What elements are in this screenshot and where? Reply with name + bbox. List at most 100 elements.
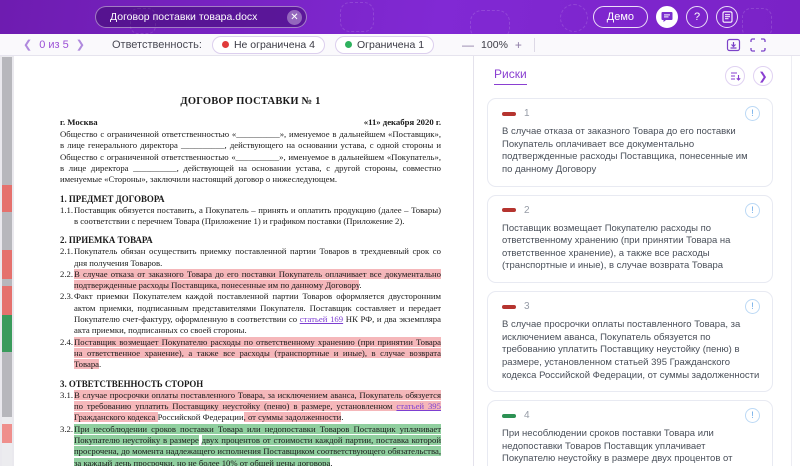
clause-text: Покупатель обязан осуществить приемку по… — [74, 246, 441, 268]
risk-text: Поставщик возмещает Покупателю расходы п… — [502, 222, 731, 272]
risk-location-marker[interactable] — [2, 286, 12, 315]
risk-alert-icon[interactable]: ! — [745, 202, 760, 218]
risks-sidebar: Риски ❯ 1! В случае отказа от заказного Т… — [473, 56, 800, 466]
prev-risk-button[interactable]: ❮ — [18, 38, 37, 51]
risk-severity-icon — [502, 111, 516, 116]
risk-location-marker[interactable] — [2, 424, 12, 443]
clause-text: В случае отказа от заказного Товара до е… — [74, 268, 441, 291]
tab-risks[interactable]: Риски — [494, 67, 527, 85]
risk-list: 1! В случае отказа от заказного Товара до… — [487, 98, 773, 466]
demo-button[interactable]: Демо — [592, 6, 648, 28]
clause-text: Поставщик обязуется поставить, а Покупат… — [74, 204, 441, 226]
clause-number: 2.1. — [60, 246, 74, 257]
risk-location-marker[interactable] — [2, 185, 12, 212]
filter-pill[interactable]: Не ограничена 4 — [211, 35, 325, 54]
collapse-sidebar-icon[interactable]: ❯ — [753, 66, 773, 86]
risk-card[interactable]: 1! В случае отказа от заказного Товара до… — [487, 98, 773, 187]
decorative-shape — [470, 10, 510, 40]
section-heading: 2. ПРИЕМКА ТОВАРА — [60, 235, 153, 246]
clause-paragraph: 2.1. Покупатель обязан осуществить приемк… — [60, 246, 441, 269]
document-search-pill[interactable]: Договор поставки товара.docx ✕ — [95, 6, 307, 28]
next-risk-button[interactable]: ❯ — [71, 38, 90, 51]
clause-text: . — [359, 280, 362, 291]
toolbar-divider — [533, 37, 535, 52]
risk-number: 2 — [524, 204, 530, 216]
document-meta: г. Москва «11» декабря 2020 г. — [60, 117, 441, 127]
clear-file-icon[interactable]: ✕ — [287, 9, 302, 25]
risk-card[interactable]: 2! Поставщик возмещает Покупателю расходы… — [487, 194, 773, 283]
section-heading: 1. ПРЕДМЕТ ДОГОВОРА — [60, 193, 165, 204]
risk-card[interactable]: 4! При несоблюдении сроков поставки Товар… — [487, 400, 773, 466]
toolbar-right-icons — [726, 37, 766, 52]
clause-paragraph: 3.1. В случае просрочки оплаты поставленн… — [60, 389, 441, 424]
clause-text: Гражданского кодекса — [74, 412, 158, 423]
risk-alert-icon[interactable]: ! — [745, 408, 760, 424]
filter-label: Ответственность: — [111, 38, 202, 51]
clause-text: от — [259, 434, 274, 445]
clause-number: 2.4. — [60, 336, 74, 347]
clause-number: 3.1. — [60, 389, 74, 400]
chat-icon[interactable] — [656, 6, 678, 28]
risk-text: В случае просрочки оплаты поставленного … — [502, 319, 760, 381]
clause-text: . — [341, 412, 344, 423]
document-date: «11» декабря 2020 г. — [363, 117, 441, 127]
clause-text: . — [330, 457, 333, 466]
app-root: Договор поставки товара.docx ✕ Демо ? ❮ … — [0, 0, 800, 466]
risk-card-header: 4! — [502, 408, 760, 424]
risk-location-marker[interactable] — [2, 250, 12, 279]
risk-alert-icon[interactable]: ! — [745, 299, 760, 314]
risk-card-header: 1! — [502, 106, 760, 121]
docs-icon[interactable] — [716, 6, 738, 28]
risk-number: 4 — [524, 410, 530, 422]
document-city: г. Москва — [60, 117, 98, 127]
clause-number: 2.3. — [60, 291, 74, 302]
clause-paragraph: 2.4. Поставщик возмещает Покупателю расхо… — [60, 336, 441, 371]
filter-pill[interactable]: Ограничена 1 — [335, 35, 435, 54]
document-page: ДОГОВОР ПОСТАВКИ № 1 г. Москва «11» дека… — [14, 56, 473, 466]
clause-paragraph: 3.2. При несоблюдении сроков поставки Тов… — [60, 423, 442, 466]
decorative-shape — [340, 2, 374, 32]
decorative-shape — [742, 8, 772, 38]
risk-number: 3 — [524, 301, 530, 312]
clause-paragraph: 2.3. Факт приемки Покупателем каждой пост… — [60, 291, 441, 336]
doc-sections: 1. ПРЕДМЕТ ДОГОВОРА 1.1. Поставщик обязует… — [60, 193, 442, 466]
risk-number: 1 — [524, 108, 530, 119]
clause-paragraph: 2.2. В случае отказа от заказного Товара … — [60, 268, 441, 292]
clause-paragraph: 1.1. Поставщик обязуется поставить, а Пок… — [60, 205, 441, 228]
risk-location-marker[interactable] — [2, 315, 12, 352]
document-preamble: Общество с ограниченной ответственностью… — [60, 129, 441, 185]
filter-dot-icon — [221, 41, 229, 48]
main-area: ДОГОВОР ПОСТАВКИ № 1 г. Москва «11» дека… — [0, 56, 800, 466]
risk-text: В случае отказа от заказного Товара до е… — [502, 126, 748, 175]
clause-text: В случае просрочки оплаты поставленного … — [74, 389, 441, 411]
clause-number: 2.2. — [60, 268, 74, 279]
filter-pill-label: Не ограничена 4 — [233, 38, 315, 51]
clause-text: Поставщик возмещает Покупателю расходы п… — [74, 336, 441, 370]
clause-number: 3.2. — [60, 423, 74, 434]
risk-card-header: 2! — [502, 202, 760, 218]
document-title: ДОГОВОР ПОСТАВКИ № 1 — [180, 96, 321, 107]
zoom-out-icon[interactable]: — — [462, 38, 474, 52]
download-icon[interactable] — [726, 38, 741, 52]
topbar: Договор поставки товара.docx ✕ Демо ? — [0, 0, 800, 40]
zoom-in-icon[interactable]: + — [515, 38, 522, 52]
sort-export-icon[interactable] — [725, 66, 745, 86]
risk-card-header: 3! — [502, 299, 760, 314]
help-icon[interactable]: ? — [686, 6, 708, 28]
risk-alert-icon[interactable]: ! — [745, 106, 760, 121]
statute-link[interactable]: статьей 169 — [300, 314, 343, 324]
sidebar-header-icons: ❯ — [725, 66, 773, 86]
fullscreen-frame-icon[interactable] — [750, 37, 766, 52]
filter-pills: Не ограничена 4 Ограничена 1 — [211, 35, 435, 54]
clause-text: . — [99, 359, 102, 370]
statute-link[interactable]: статьей 395 — [396, 400, 441, 411]
clause-text: двух процентов — [201, 434, 260, 445]
scrollbar-thumb[interactable] — [2, 57, 12, 417]
risk-text: При несоблюдении сроков поставки Товара … — [502, 428, 733, 465]
filter-dot-icon — [345, 41, 352, 48]
clause-text: Российской Федерации — [157, 412, 244, 423]
risk-card[interactable]: 3! В случае просрочки оплаты поставленног… — [487, 291, 773, 393]
document-scrollbar[interactable] — [2, 56, 12, 466]
sidebar-header: Риски ❯ — [494, 66, 773, 86]
document-filename: Договор поставки товара.docx — [110, 11, 258, 23]
